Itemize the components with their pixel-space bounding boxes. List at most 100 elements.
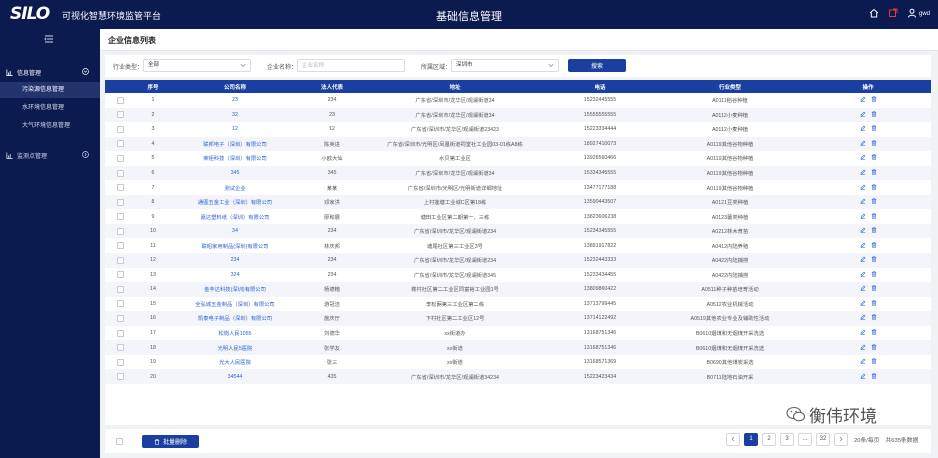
delete-icon[interactable] — [871, 358, 877, 364]
edit-icon[interactable] — [860, 125, 866, 132]
sidebar-item-water-environment[interactable]: 水环境信息管理 — [0, 100, 100, 116]
company-name-link[interactable]: 345 — [171, 166, 299, 181]
company-name-link[interactable]: 凯泰电子制品（深圳）有限公司 — [171, 311, 299, 326]
company-name-input[interactable] — [297, 59, 405, 72]
company-name-link[interactable]: 通图五金工业（深圳）有限公司 — [171, 195, 299, 210]
sidebar-group-monitoring-points[interactable]: 监测点管理 — [0, 148, 100, 162]
company-name-link[interactable]: 嘉达塑料纸（深圳）有限公司 — [171, 209, 299, 224]
delete-icon[interactable] — [871, 183, 877, 190]
delete-icon[interactable] — [871, 271, 877, 277]
row-checkbox[interactable] — [116, 169, 124, 177]
delete-icon[interactable] — [871, 256, 877, 263]
company-name-link[interactable]: 234 — [171, 253, 299, 268]
edit-icon[interactable] — [860, 213, 866, 219]
edit-icon[interactable] — [860, 344, 866, 350]
edit-icon[interactable] — [860, 154, 866, 161]
row-checkbox[interactable] — [116, 373, 124, 381]
row-checkbox[interactable] — [116, 256, 124, 264]
delete-icon[interactable] — [871, 314, 877, 321]
company-name-link[interactable]: 12 — [171, 122, 299, 137]
row-checkbox[interactable] — [116, 140, 124, 148]
row-checkbox[interactable] — [116, 125, 124, 133]
edit-icon[interactable] — [860, 358, 866, 364]
edit-icon[interactable] — [860, 184, 866, 190]
row-checkbox[interactable] — [116, 358, 124, 366]
delete-icon[interactable] — [871, 140, 877, 146]
row-checkbox[interactable] — [116, 344, 124, 352]
edit-icon[interactable] — [860, 96, 866, 103]
notification-icon[interactable] — [888, 8, 898, 20]
delete-icon[interactable] — [871, 154, 877, 161]
delete-icon[interactable] — [871, 198, 877, 204]
edit-icon[interactable] — [860, 314, 866, 321]
edit-icon[interactable] — [860, 271, 866, 277]
delete-icon[interactable] — [871, 227, 877, 233]
sidebar-group-info-management[interactable]: 信息管理 — [0, 65, 100, 79]
page-button[interactable]: 1 — [744, 433, 758, 446]
edit-icon[interactable] — [860, 285, 866, 292]
company-name-link[interactable]: 荣钜科技（深圳）有限公司 — [171, 151, 299, 166]
edit-icon[interactable] — [860, 242, 866, 248]
delete-icon[interactable] — [871, 242, 877, 248]
delete-icon[interactable] — [871, 96, 877, 103]
row-checkbox[interactable] — [116, 314, 124, 322]
edit-icon[interactable] — [860, 329, 866, 335]
company-name-link[interactable]: 34544 — [171, 369, 299, 384]
company-name-link[interactable]: 联邦电子（深圳）有限公司 — [171, 137, 299, 152]
page-button[interactable]: 32 — [816, 433, 830, 446]
edit-icon[interactable] — [860, 227, 866, 234]
edit-icon[interactable] — [860, 169, 866, 175]
company-name-link[interactable]: 34 — [171, 224, 299, 239]
select-all-checkbox[interactable] — [116, 438, 123, 445]
industry-select[interactable]: 全部 — [143, 59, 251, 72]
delete-icon[interactable] — [871, 300, 877, 306]
company-name-link[interactable]: 32 — [171, 108, 299, 123]
company-name-link[interactable]: 松岗人民1055 — [171, 326, 299, 341]
home-icon[interactable] — [869, 8, 879, 20]
search-button[interactable]: 搜索 — [568, 59, 626, 72]
row-checkbox[interactable] — [116, 227, 124, 235]
edit-icon[interactable] — [860, 300, 866, 306]
company-name-link[interactable]: 光大人民医院 — [171, 355, 299, 370]
row-checkbox[interactable] — [116, 111, 124, 119]
company-name-link[interactable]: 23 — [171, 93, 299, 108]
row-checkbox[interactable] — [116, 271, 124, 279]
company-name-link[interactable]: 金丰达科技(深圳)有限公司 — [171, 282, 299, 297]
edit-icon[interactable] — [860, 111, 866, 117]
user-menu[interactable]: gwd — [907, 8, 930, 20]
company-name-link[interactable]: 测试企业 — [171, 180, 299, 195]
delete-icon[interactable] — [871, 212, 877, 219]
prev-page-button[interactable] — [726, 433, 740, 446]
row-checkbox[interactable] — [116, 329, 124, 337]
row-checkbox[interactable] — [116, 213, 124, 221]
delete-icon[interactable] — [871, 343, 877, 350]
row-checkbox[interactable] — [116, 184, 124, 192]
edit-icon[interactable] — [860, 198, 866, 204]
region-select[interactable]: 深圳市 — [451, 59, 559, 72]
menu-collapse-icon[interactable] — [44, 35, 54, 43]
company-name-link[interactable]: 全弘城五金制品（深圳）有限公司 — [171, 297, 299, 312]
company-name-link[interactable]: 324 — [171, 268, 299, 283]
edit-icon[interactable] — [860, 140, 866, 146]
delete-icon[interactable] — [871, 285, 877, 292]
next-page-button[interactable] — [834, 433, 848, 446]
page-button[interactable]: 2 — [762, 433, 776, 446]
delete-icon[interactable] — [871, 372, 877, 379]
edit-icon[interactable] — [860, 256, 866, 263]
delete-icon[interactable] — [871, 329, 877, 335]
edit-icon[interactable] — [860, 373, 866, 379]
company-name-link[interactable]: 联昭家用制品(深圳)有限公司 — [171, 238, 299, 253]
sidebar-item-air-environment[interactable]: 大气环境信息管理 — [0, 118, 100, 134]
sidebar-item-pollution-source[interactable]: 污染源信息管理 — [0, 82, 100, 98]
batch-delete-button[interactable]: 批量删除 — [142, 435, 199, 448]
page-button[interactable]: 3 — [780, 433, 794, 446]
company-name-link[interactable]: 光明人民5医院 — [171, 340, 299, 355]
delete-icon[interactable] — [871, 111, 877, 117]
row-checkbox[interactable] — [116, 154, 124, 162]
row-checkbox[interactable] — [116, 285, 124, 293]
row-checkbox[interactable] — [116, 242, 124, 250]
delete-icon[interactable] — [871, 169, 877, 175]
delete-icon[interactable] — [871, 125, 877, 132]
row-checkbox[interactable] — [116, 300, 124, 308]
row-checkbox[interactable] — [116, 96, 124, 104]
